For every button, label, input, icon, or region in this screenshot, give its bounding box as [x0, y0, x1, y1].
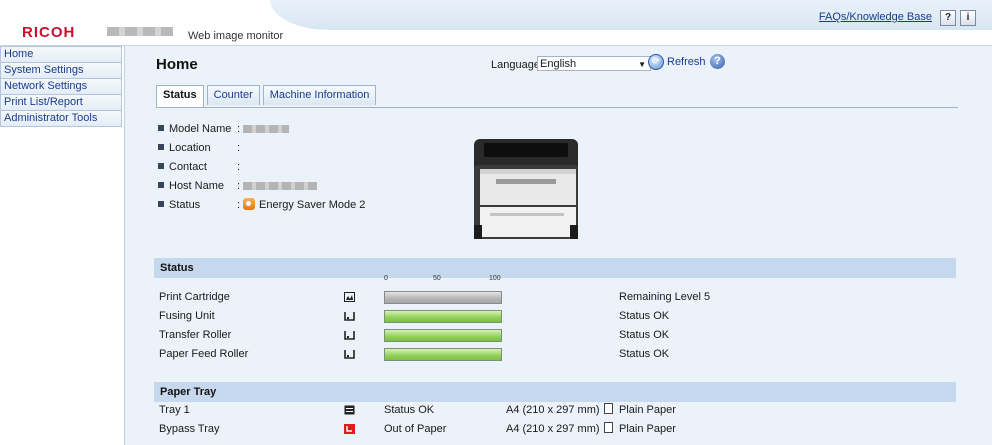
info-row-model-name: Model Name:	[158, 120, 365, 139]
tray-paper-type: Plain Paper	[619, 423, 676, 435]
chevron-down-icon: ▼	[638, 60, 646, 69]
ricoh-logo: RICOH	[22, 24, 76, 41]
page-title: Home	[156, 56, 198, 73]
info-row-contact: Contact:	[158, 158, 365, 177]
tab-status[interactable]: Status	[156, 85, 204, 108]
unit-icon	[344, 350, 355, 359]
item-status: Status OK	[619, 329, 670, 341]
level-scale: 0 50 100	[384, 275, 524, 285]
info-label: Contact	[169, 161, 207, 173]
info-row-location: Location:	[158, 139, 365, 158]
refresh-icon[interactable]: ⟳	[648, 54, 664, 70]
paper-icon	[603, 422, 613, 433]
sidebar-item-home[interactable]: Home	[0, 46, 122, 63]
model-name-value-redacted	[243, 125, 289, 133]
header: RICOH Web image monitor FAQs/Knowledge B…	[0, 0, 992, 46]
tab-underline	[156, 107, 958, 108]
level-bar	[384, 310, 502, 323]
tray-ok-icon	[344, 405, 355, 415]
model-name-redacted	[107, 27, 173, 36]
item-status: Status OK	[619, 310, 670, 322]
sidebar-item-system-settings[interactable]: System Settings	[0, 63, 122, 79]
sidebar-item-administrator-tools[interactable]: Administrator Tools	[0, 111, 122, 127]
info-label: Model Name	[169, 123, 232, 135]
energy-saver-icon	[243, 198, 255, 210]
scale-tick: 50	[433, 275, 441, 282]
faq-link[interactable]: FAQs/Knowledge Base	[819, 11, 932, 23]
tray-row-bypass-tray: Bypass Tray Out of Paper A4 (210 x 297 m…	[159, 420, 949, 439]
item-status: Remaining Level 5	[619, 291, 711, 303]
status-row-paper-feed-roller: Paper Feed Roller Status OK	[159, 345, 949, 364]
device-info: Model Name: Location: Contact: Host Name…	[158, 120, 365, 215]
tab-bar: Status Counter Machine Information	[156, 85, 379, 108]
paper-tray-section-header: Paper Tray	[154, 382, 956, 402]
tray-paper-size: A4 (210 x 297 mm)	[506, 401, 613, 420]
sidebar-item-print-list-report[interactable]: Print List/Report	[0, 95, 122, 111]
colon: :	[237, 142, 241, 154]
colon: :	[237, 161, 241, 173]
info-label: Status	[169, 199, 201, 211]
bullet-icon	[158, 201, 164, 207]
language-label: Language	[491, 59, 540, 71]
toner-icon	[344, 292, 355, 302]
status-row-fusing-unit: Fusing Unit Status OK	[159, 307, 949, 326]
app-name: Web image monitor	[188, 30, 284, 42]
scale-tick: 100	[489, 275, 501, 282]
help-button[interactable]: ?	[940, 10, 956, 26]
scale-tick: 0	[384, 275, 388, 282]
bullet-icon	[158, 144, 164, 150]
language-select[interactable]: English ▼	[537, 56, 651, 71]
tray-row-tray-1: Tray 1 Status OK A4 (210 x 297 mm) Plain…	[159, 401, 949, 420]
status-row-transfer-roller: Transfer Roller Status OK	[159, 326, 949, 345]
printer-image	[474, 139, 578, 239]
sidebar-item-network-settings[interactable]: Network Settings	[0, 79, 122, 95]
level-bar	[384, 291, 502, 304]
tray-paper-size-text: A4 (210 x 297 mm)	[506, 404, 600, 416]
status-section-header: Status	[154, 258, 956, 278]
help-icon[interactable]: ?	[710, 54, 725, 69]
info-button[interactable]: i	[960, 10, 976, 26]
item-status: Status OK	[619, 348, 670, 360]
tray-name: Bypass Tray	[159, 423, 220, 435]
tab-counter[interactable]: Counter	[206, 85, 260, 105]
level-bar	[384, 329, 502, 342]
info-label: Host Name	[169, 180, 225, 192]
tray-name: Tray 1	[159, 404, 190, 416]
host-name-value-redacted	[243, 182, 317, 190]
item-name: Paper Feed Roller	[159, 348, 249, 360]
bullet-icon	[158, 163, 164, 169]
status-row-print-cartridge: Print Cartridge Remaining Level 5	[159, 288, 949, 307]
bullet-icon	[158, 125, 164, 131]
unit-icon	[344, 312, 355, 321]
language-value: English	[540, 58, 577, 70]
item-name: Fusing Unit	[159, 310, 215, 322]
info-row-status: Status: Energy Saver Mode 2	[158, 196, 365, 215]
unit-icon	[344, 331, 355, 340]
tray-status: Out of Paper	[384, 423, 447, 435]
level-bar	[384, 348, 502, 361]
sidebar: Home System Settings Network Settings Pr…	[0, 46, 125, 445]
tab-machine-information[interactable]: Machine Information	[262, 85, 377, 105]
refresh-link[interactable]: Refresh	[667, 56, 706, 68]
paper-icon	[603, 403, 613, 414]
tray-empty-icon	[344, 424, 355, 434]
tray-status: Status OK	[384, 404, 435, 416]
item-name: Transfer Roller	[159, 329, 232, 341]
tray-paper-size: A4 (210 x 297 mm)	[506, 420, 613, 439]
info-label: Location	[169, 142, 211, 154]
device-status-value: Energy Saver Mode 2	[259, 199, 366, 211]
info-row-host-name: Host Name:	[158, 177, 365, 196]
bullet-icon	[158, 182, 164, 188]
main-content: Home Language English ▼ ⟳ Refresh ? Stat…	[125, 46, 992, 445]
tray-paper-size-text: A4 (210 x 297 mm)	[506, 423, 600, 435]
tray-paper-type: Plain Paper	[619, 404, 676, 416]
item-name: Print Cartridge	[159, 291, 230, 303]
